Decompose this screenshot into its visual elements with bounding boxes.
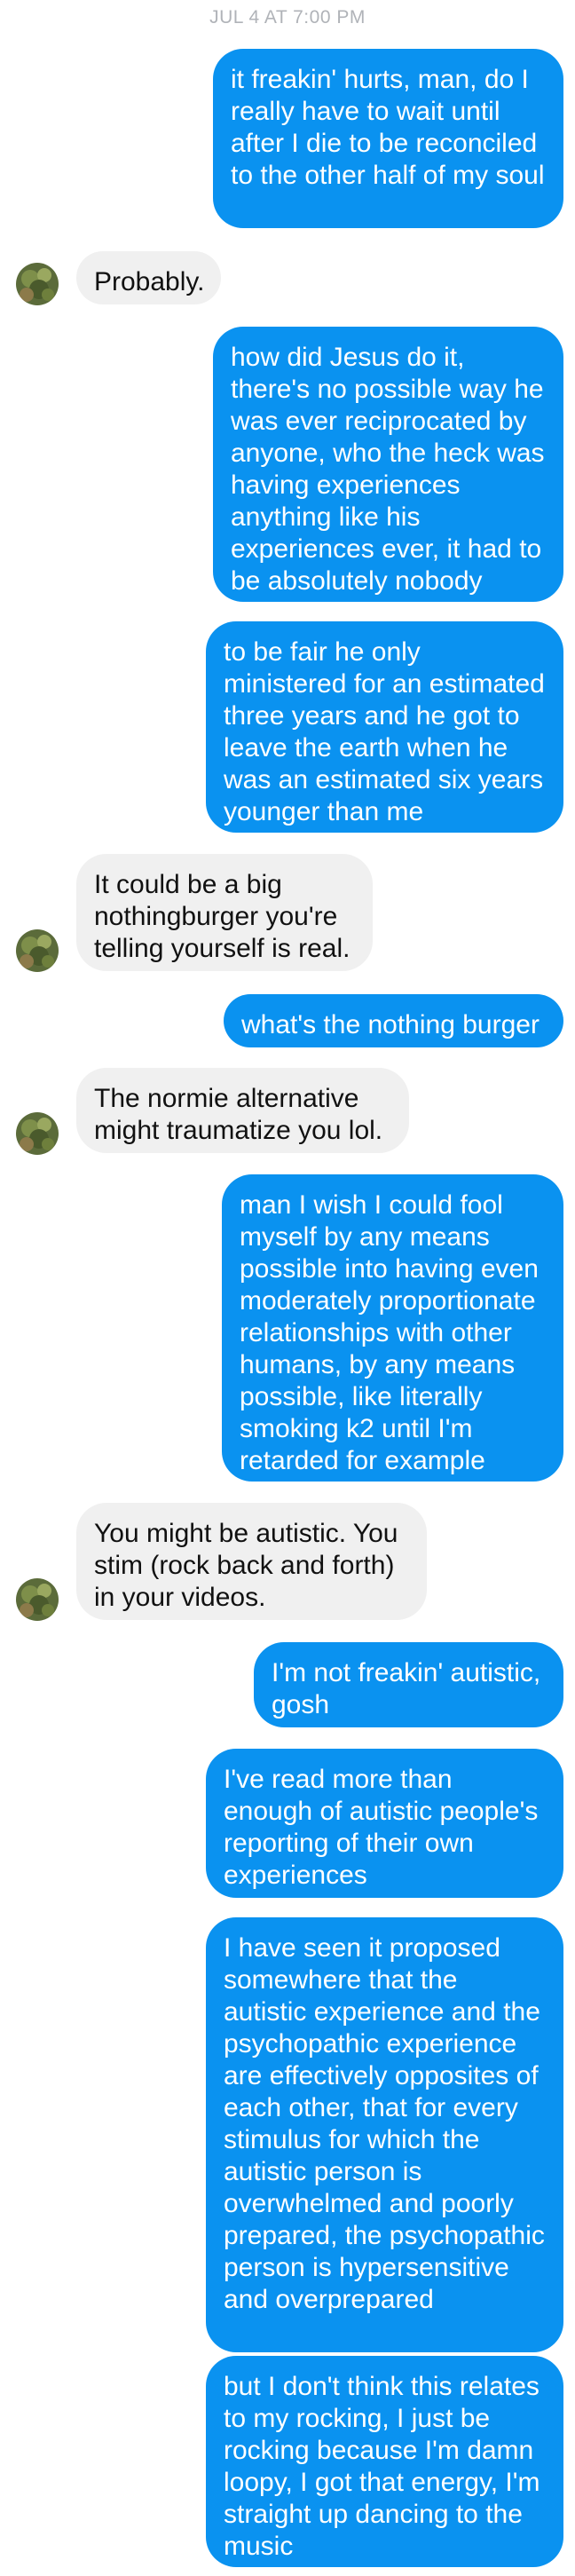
received-message-bubble[interactable]: Probably.	[76, 251, 221, 304]
received-message-bubble[interactable]: You might be autistic. You stim (rock ba…	[76, 1503, 427, 1620]
sent-message-bubble[interactable]: I've read more than enough of autistic p…	[206, 1749, 563, 1898]
contact-avatar-icon[interactable]	[16, 929, 59, 972]
sent-message-bubble[interactable]: I have seen it proposed somewhere that t…	[206, 1917, 563, 2352]
sent-message-bubble[interactable]: I'm not freakin' autistic, gosh	[254, 1642, 563, 1727]
received-message-bubble[interactable]: The normie alternative might traumatize …	[76, 1068, 409, 1153]
sent-message-bubble[interactable]: it freakin' hurts, man, do I really have…	[213, 49, 563, 228]
contact-avatar-icon[interactable]	[16, 1578, 59, 1621]
sent-message-bubble[interactable]: how did Jesus do it, there's no possible…	[213, 327, 563, 602]
received-message-bubble[interactable]: It could be a big nothingburger you're t…	[76, 854, 373, 971]
sent-message-bubble[interactable]: to be fair he only ministered for an est…	[206, 621, 563, 833]
sent-message-bubble[interactable]: but I don't think this relates to my roc…	[206, 2356, 563, 2567]
sent-message-bubble[interactable]: man I wish I could fool myself by any me…	[222, 1174, 563, 1482]
message-timestamp: JUL 4 AT 7:00 PM	[209, 7, 366, 28]
contact-avatar-icon[interactable]	[16, 263, 59, 305]
contact-avatar-icon[interactable]	[16, 1112, 59, 1155]
sent-message-bubble[interactable]: what's the nothing burger	[224, 994, 563, 1047]
